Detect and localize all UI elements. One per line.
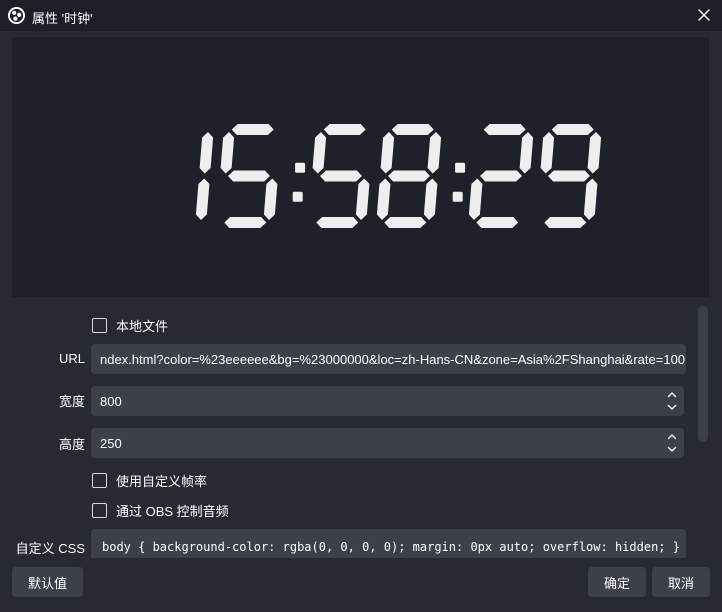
clock-digit: [376, 124, 442, 228]
clock-segment: [224, 217, 267, 228]
height-label: 高度: [58, 437, 85, 452]
clock-colon-dot: [455, 162, 466, 173]
obs-audio-label: 通过 OBS 控制音频: [116, 503, 229, 519]
width-spinbox[interactable]: 800: [91, 386, 684, 416]
height-spinner-icon[interactable]: [666, 431, 678, 455]
clock-segment: [312, 132, 327, 174]
clock-digit: [220, 124, 278, 228]
clock-segment: [391, 124, 434, 135]
obs-audio-option[interactable]: 通过 OBS 控制音频: [92, 501, 229, 519]
clock-segment: [376, 178, 391, 220]
custom-fps-checkbox[interactable]: [92, 472, 107, 488]
clock-segment: [384, 217, 427, 228]
url-input[interactable]: ndex.html?color=%23eeeeee&bg=%23000000&l…: [91, 344, 686, 374]
obs-audio-checkbox[interactable]: [92, 502, 107, 518]
clock-colon-dot: [292, 191, 303, 202]
custom-css-editor[interactable]: body { background-color: rgba(0, 0, 0, 0…: [91, 529, 686, 558]
clock-digit: [468, 124, 534, 228]
width-label: 宽度: [58, 394, 85, 409]
clock-segment: [468, 178, 483, 220]
clock-segment: [199, 132, 214, 174]
clock-segment: [316, 217, 359, 228]
clock-segment: [220, 132, 235, 174]
form-scrollbar-thumb[interactable]: [698, 306, 708, 442]
custom-fps-label: 使用自定义帧率: [116, 473, 208, 489]
cancel-button[interactable]: 取消: [652, 567, 710, 597]
local-file-checkbox[interactable]: [92, 317, 107, 333]
clock-segment: [195, 178, 210, 220]
clock-segment: [380, 132, 395, 174]
clock-segment: [231, 124, 274, 135]
clock-colon-dot: [452, 191, 463, 202]
dialog-footer: 默认值 确定 取消: [0, 558, 722, 612]
clock-segment: [320, 170, 362, 182]
close-icon[interactable]: [694, 5, 714, 25]
custom-fps-option[interactable]: 使用自定义帧率: [92, 471, 207, 489]
window-title: 属性 '时钟': [32, 11, 93, 26]
properties-form: 本地文件 URL ndex.html?color=%23eeeeee&bg=%2…: [0, 300, 722, 558]
local-file-label: 本地文件: [116, 318, 169, 334]
height-value: 250: [100, 435, 122, 451]
clock-digit: [540, 124, 602, 228]
clock-segment: [587, 132, 602, 174]
clock-segment: [519, 132, 534, 174]
clock-segment: [476, 217, 519, 228]
clock-preview: [12, 37, 709, 297]
width-value: 800: [100, 393, 122, 409]
clock-segment: [427, 132, 442, 174]
clock-digit: [195, 132, 214, 220]
clock-segment: [483, 124, 526, 135]
height-spinbox[interactable]: 250: [91, 428, 684, 458]
url-label: URL: [58, 351, 85, 366]
clock-segment: [540, 132, 555, 174]
clock-display: [195, 124, 602, 228]
local-file-option[interactable]: 本地文件: [92, 316, 168, 334]
width-spinner-icon[interactable]: [666, 389, 678, 413]
clock-segment: [548, 170, 590, 182]
clock-colon-dot: [295, 162, 306, 173]
defaults-button[interactable]: 默认值: [12, 567, 83, 597]
obs-logo-icon: [8, 7, 25, 24]
clock-segment: [323, 124, 366, 135]
clock-segment: [544, 217, 587, 228]
clock-digit: [312, 124, 370, 228]
clock-segment: [228, 170, 270, 182]
custom-css-label: 自定义 CSS: [15, 541, 85, 556]
clock-segment: [263, 178, 278, 220]
clock-segment: [480, 170, 522, 182]
clock-segment: [355, 178, 370, 220]
title-bar: 属性 '时钟': [0, 0, 722, 31]
clock-segment: [388, 170, 430, 182]
clock-segment: [551, 124, 594, 135]
ok-button[interactable]: 确定: [588, 567, 646, 597]
clock-segment: [583, 178, 598, 220]
clock-segment: [423, 178, 438, 220]
